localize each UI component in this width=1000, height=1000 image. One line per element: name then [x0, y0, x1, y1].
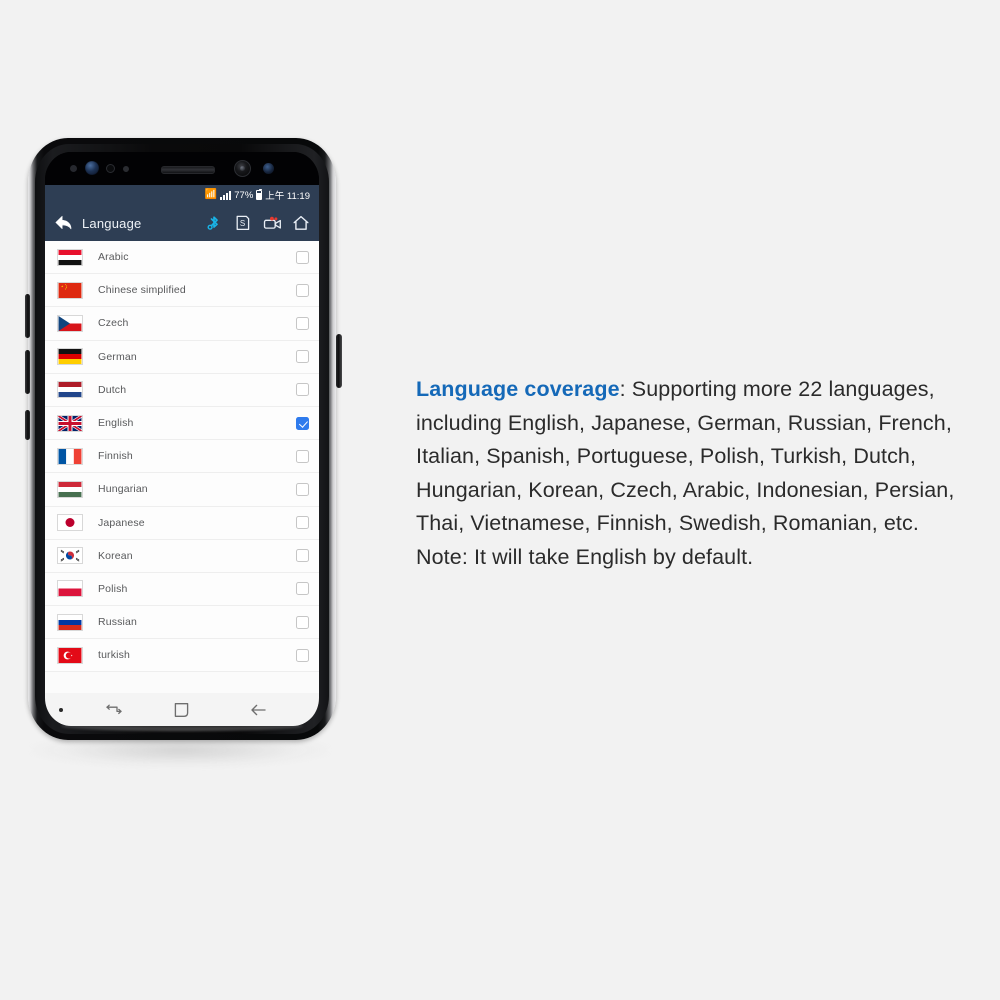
russia-flag-icon [57, 613, 83, 631]
app-bar-actions: S [205, 214, 310, 232]
proximity-sensor-icon [70, 165, 77, 172]
list-item[interactable]: Japanese [45, 506, 319, 540]
language-list[interactable]: Arabic Chinese simplified Czech German D… [45, 241, 319, 693]
bluetooth-icon[interactable] [205, 214, 223, 232]
list-item[interactable]: turkish [45, 639, 319, 673]
language-label: Korean [98, 549, 133, 562]
phone-mockup: 📶 77% 上午 11:19 Language S Arabic Chinese… [18, 138, 348, 768]
list-item[interactable]: Polish [45, 572, 319, 607]
language-checkbox[interactable] [296, 350, 309, 364]
language-checkbox[interactable] [296, 250, 309, 264]
page-title: Language [82, 215, 142, 231]
uk-flag-icon [57, 414, 83, 432]
language-label: Chinese simplified [98, 284, 186, 297]
recents-icon[interactable] [105, 703, 123, 717]
language-checkbox[interactable] [296, 449, 309, 463]
language-label: English [98, 417, 134, 430]
list-item[interactable]: Russian [45, 606, 319, 640]
battery-icon [256, 188, 263, 200]
language-checkbox[interactable] [296, 482, 309, 496]
netherlands-flag-icon [57, 381, 83, 399]
language-label: Arabic [98, 251, 129, 264]
language-label: Dutch [98, 383, 127, 396]
list-item[interactable]: Finnish [45, 440, 319, 474]
language-checkbox[interactable] [296, 615, 309, 629]
language-checkbox[interactable] [296, 516, 309, 530]
status-bar: 📶 77% 上午 11:19 [45, 185, 319, 205]
navigation-bar [45, 693, 319, 726]
poland-flag-icon [57, 580, 83, 598]
language-checkbox[interactable] [296, 582, 309, 596]
hungary-flag-icon [57, 480, 83, 498]
volume-up-button[interactable] [25, 294, 30, 338]
list-item[interactable]: Korean [45, 539, 319, 573]
iris-scanner-icon [85, 161, 99, 175]
language-label: Russian [98, 616, 137, 629]
korea-flag-icon [57, 547, 83, 565]
language-checkbox[interactable] [296, 316, 309, 330]
app-bar: Language S [45, 205, 319, 241]
clock-label: 上午 11:19 [265, 191, 310, 202]
language-label: turkish [98, 649, 130, 662]
turkey-flag-icon [57, 646, 83, 664]
language-checkbox[interactable] [296, 416, 309, 430]
language-label: German [98, 350, 137, 363]
front-camera-icon [234, 160, 251, 177]
video-record-icon[interactable] [263, 214, 281, 232]
earpiece-speaker-icon [161, 166, 215, 174]
language-checkbox[interactable] [296, 283, 309, 297]
led-indicator-icon [123, 166, 129, 172]
language-checkbox[interactable] [296, 383, 309, 397]
list-item[interactable]: Czech [45, 307, 319, 341]
list-item[interactable]: Chinese simplified [45, 274, 319, 308]
light-sensor-icon [106, 164, 115, 173]
phone-shadow [30, 738, 330, 768]
phone-screen: 📶 77% 上午 11:19 Language S Arabic Chinese… [45, 152, 319, 726]
volume-down-button[interactable] [25, 350, 30, 394]
bluetooth-icon: 📶 [204, 189, 218, 200]
japan-flag-icon [57, 514, 83, 532]
screenshot-icon[interactable]: S [234, 214, 252, 232]
language-label: Czech [98, 317, 129, 330]
list-item[interactable]: English [45, 406, 319, 441]
power-button[interactable] [336, 334, 342, 388]
back-arrow-icon[interactable] [53, 214, 74, 232]
france-flag-icon [57, 447, 83, 465]
china-flag-icon [57, 281, 83, 299]
germany-flag-icon [57, 348, 83, 366]
phone-top-bezel [45, 152, 319, 185]
language-label: Finnish [98, 450, 133, 463]
language-label: Japanese [98, 516, 145, 529]
indicator-dot-icon [59, 707, 63, 712]
back-arrow-icon[interactable] [250, 702, 267, 717]
list-item[interactable]: Hungarian [45, 473, 319, 507]
list-item[interactable]: Arabic [45, 241, 319, 275]
list-item[interactable]: German [45, 340, 319, 374]
ir-sensor-icon [263, 163, 274, 174]
assistant-button[interactable] [25, 410, 30, 440]
svg-text:S: S [240, 219, 245, 228]
language-coverage-description: Language coverage: Supporting more 22 la… [416, 373, 998, 574]
copy-note: Note: It will take English by default. [416, 544, 754, 569]
czech-flag-icon [57, 314, 83, 332]
home-square-icon[interactable] [173, 701, 190, 718]
language-label: Hungarian [98, 483, 148, 496]
language-label: Polish [98, 582, 128, 595]
battery-percent-label: 77% [234, 189, 254, 201]
copy-heading: Language coverage [416, 377, 620, 401]
language-checkbox[interactable] [296, 549, 309, 563]
language-checkbox[interactable] [296, 648, 309, 662]
home-icon[interactable] [292, 214, 310, 232]
list-item[interactable]: Dutch [45, 373, 319, 407]
yemen-flag-icon [57, 248, 83, 266]
signal-bars-icon [220, 190, 232, 200]
